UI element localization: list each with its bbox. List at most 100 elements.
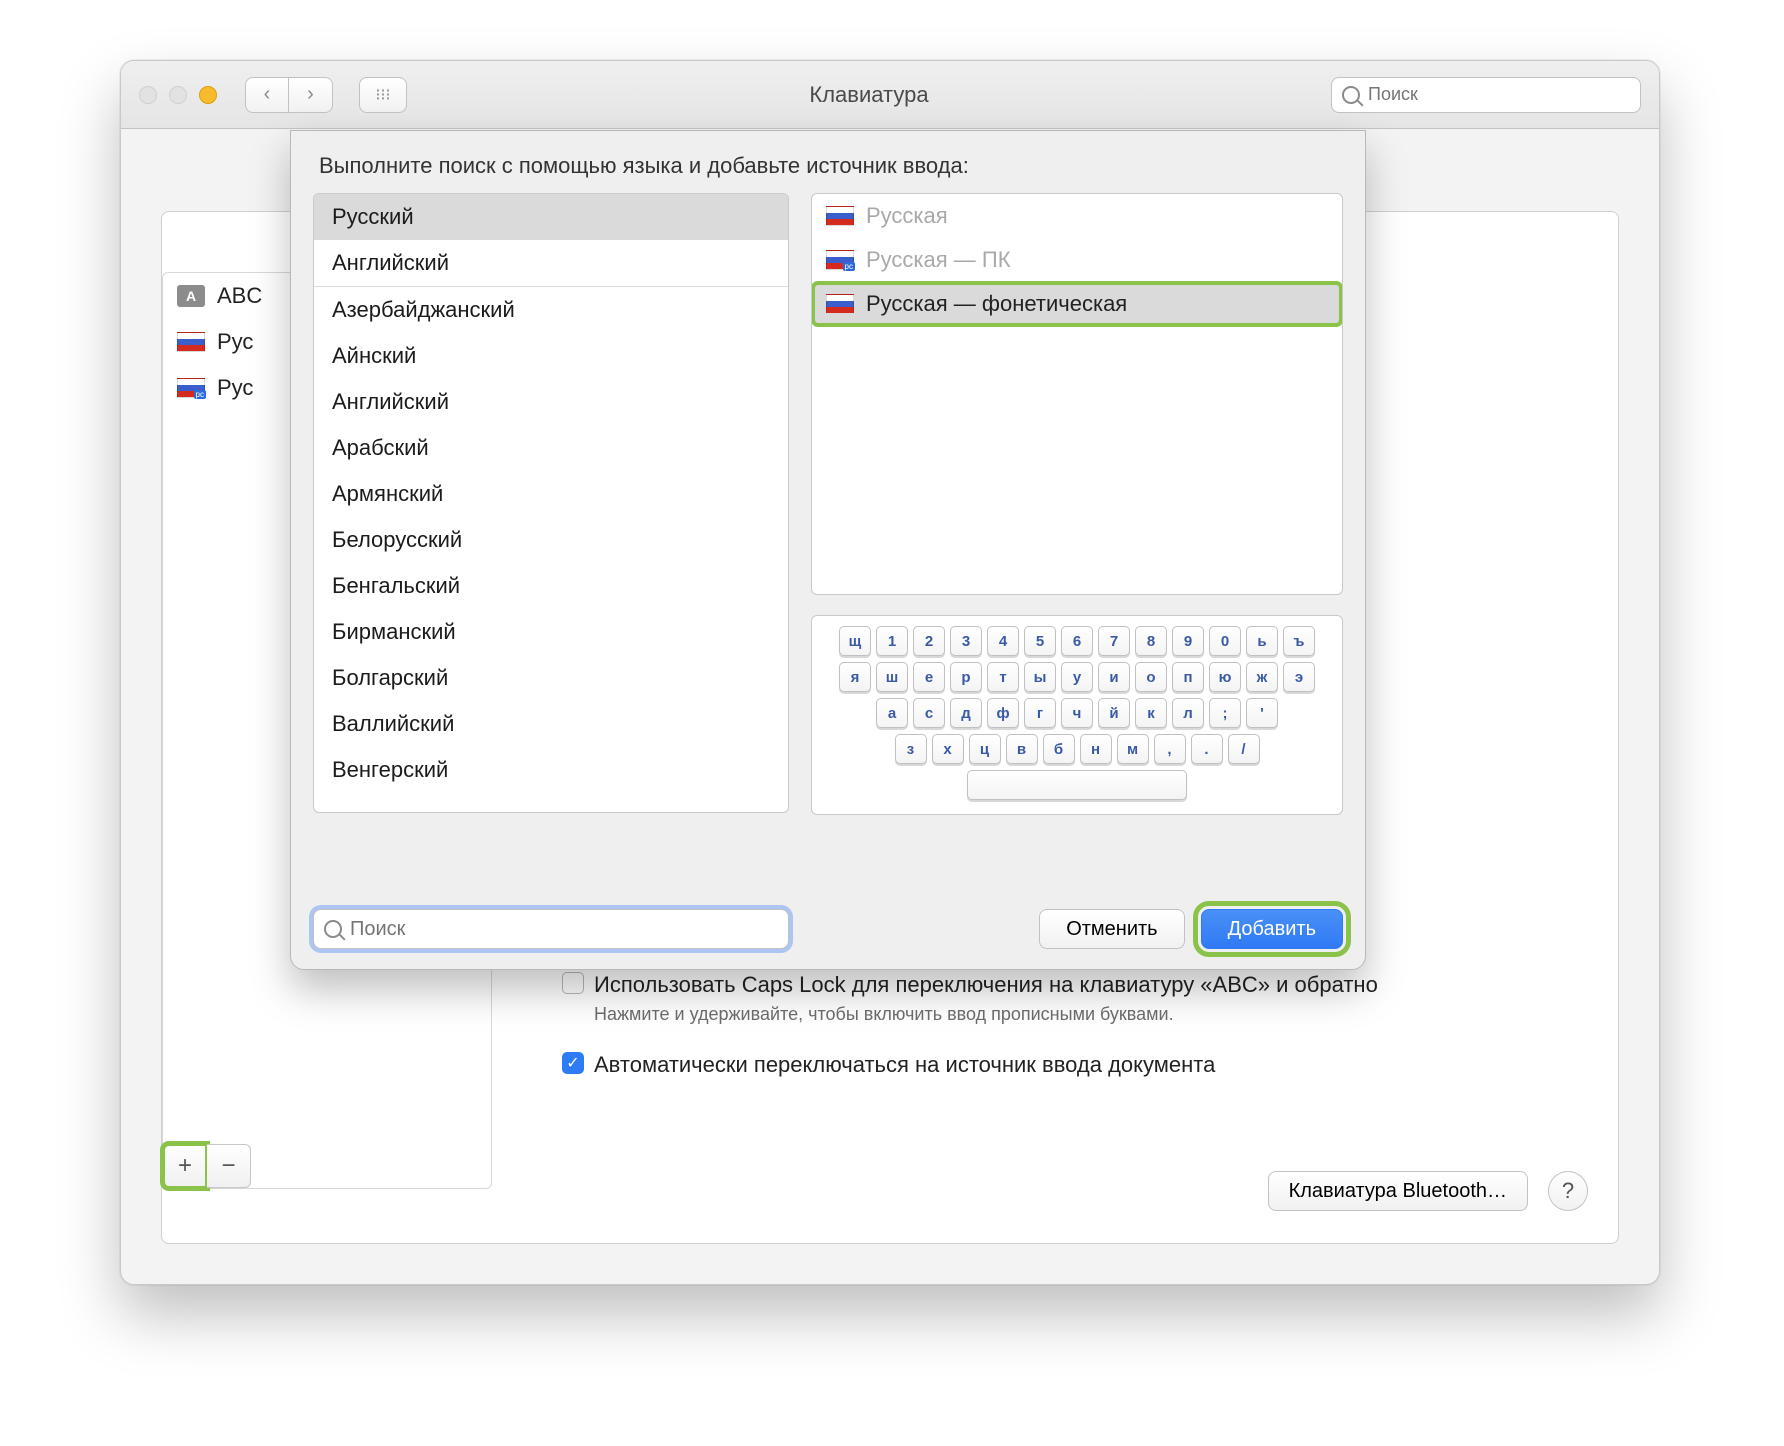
language-item[interactable]: Белорусский bbox=[314, 517, 788, 563]
key: о bbox=[1135, 662, 1167, 692]
key: с bbox=[913, 698, 945, 728]
titlebar: ‹ › ⁝⁝⁝ Клавиатура bbox=[121, 61, 1659, 129]
sheet-search-input[interactable] bbox=[350, 918, 778, 941]
language-item[interactable]: Айнский bbox=[314, 333, 788, 379]
key: , bbox=[1154, 734, 1186, 764]
layout-row[interactable]: Русская — фонетическая bbox=[812, 282, 1342, 326]
help-icon: ? bbox=[1562, 1178, 1574, 1204]
language-item[interactable]: Русский bbox=[314, 194, 788, 240]
sheet-prompt: Выполните поиск с помощью языка и добавь… bbox=[291, 131, 1365, 193]
language-item[interactable]: Бирманский bbox=[314, 609, 788, 655]
language-item[interactable]: Арабский bbox=[314, 425, 788, 471]
flag-ru-icon bbox=[826, 206, 854, 226]
key: у bbox=[1061, 662, 1093, 692]
key: 3 bbox=[950, 626, 982, 656]
capslock-checkbox[interactable] bbox=[562, 972, 584, 994]
remove-source-button[interactable]: − bbox=[207, 1144, 251, 1188]
key: 0 bbox=[1209, 626, 1241, 656]
flag-ru-pc-icon bbox=[177, 378, 205, 398]
key: в bbox=[1006, 734, 1038, 764]
forward-button[interactable]: › bbox=[289, 77, 333, 113]
add-source-button[interactable]: + bbox=[163, 1144, 207, 1188]
capslock-checkbox-row: Использовать Caps Lock для переключения … bbox=[562, 972, 1378, 1025]
key: м bbox=[1117, 734, 1149, 764]
traffic-lights bbox=[139, 86, 217, 104]
key: ю bbox=[1209, 662, 1241, 692]
layout-label: Русская — ПК bbox=[866, 247, 1011, 273]
layout-row[interactable]: Русская — ПК bbox=[812, 238, 1342, 282]
add-button[interactable]: Добавить bbox=[1201, 909, 1343, 949]
language-item[interactable]: Английский bbox=[314, 379, 788, 425]
key: ъ bbox=[1283, 626, 1315, 656]
key: ь bbox=[1246, 626, 1278, 656]
key: 9 bbox=[1172, 626, 1204, 656]
key: . bbox=[1191, 734, 1223, 764]
key: / bbox=[1228, 734, 1260, 764]
key: э bbox=[1283, 662, 1315, 692]
key: к bbox=[1135, 698, 1167, 728]
language-item[interactable]: Азербайджанский bbox=[314, 287, 788, 333]
source-label: ABC bbox=[217, 283, 262, 309]
key: ш bbox=[876, 662, 908, 692]
language-item[interactable]: Армянский bbox=[314, 471, 788, 517]
bluetooth-keyboard-button[interactable]: Клавиатура Bluetooth… bbox=[1268, 1171, 1528, 1211]
plus-icon: + bbox=[178, 1152, 192, 1180]
key: е bbox=[913, 662, 945, 692]
source-label: Рус bbox=[217, 329, 253, 355]
language-item[interactable]: Валлийский bbox=[314, 701, 788, 747]
keyboard-preview: щ1234567890ьъяшертыуиопюжэасдфгчйкл;'зхц… bbox=[811, 615, 1343, 815]
key: 1 bbox=[876, 626, 908, 656]
key: л bbox=[1172, 698, 1204, 728]
spacebar-key bbox=[967, 770, 1187, 800]
key: 6 bbox=[1061, 626, 1093, 656]
key: ; bbox=[1209, 698, 1241, 728]
language-item[interactable]: Венгерский bbox=[314, 747, 788, 793]
back-button[interactable]: ‹ bbox=[245, 77, 289, 113]
key: 7 bbox=[1098, 626, 1130, 656]
toolbar-search[interactable] bbox=[1331, 77, 1641, 113]
key: ф bbox=[987, 698, 1019, 728]
show-all-button[interactable]: ⁝⁝⁝ bbox=[359, 77, 407, 113]
flag-ru-icon bbox=[826, 294, 854, 314]
language-list[interactable]: Русский Английский АзербайджанскийАйнски… bbox=[313, 193, 789, 813]
key: ч bbox=[1061, 698, 1093, 728]
key: я bbox=[839, 662, 871, 692]
zoom-window-icon[interactable] bbox=[199, 86, 217, 104]
sheet-search[interactable] bbox=[313, 909, 789, 949]
chevron-right-icon: › bbox=[307, 83, 314, 106]
capslock-hint: Нажмите и удерживайте, чтобы включить вв… bbox=[594, 1004, 1378, 1025]
key: щ bbox=[839, 626, 871, 656]
layout-row[interactable]: Русская bbox=[812, 194, 1342, 238]
layout-label: Русская — фонетическая bbox=[866, 291, 1127, 317]
key: н bbox=[1080, 734, 1112, 764]
key: и bbox=[1098, 662, 1130, 692]
key: г bbox=[1024, 698, 1056, 728]
key: б bbox=[1043, 734, 1075, 764]
add-input-source-sheet: Выполните поиск с помощью языка и добавь… bbox=[290, 130, 1366, 970]
help-button[interactable]: ? bbox=[1548, 1171, 1588, 1211]
layout-list[interactable]: Русская Русская — ПК Русская — фонетическа… bbox=[811, 193, 1343, 595]
minus-icon: − bbox=[221, 1152, 235, 1180]
key: ' bbox=[1246, 698, 1278, 728]
search-icon bbox=[1342, 86, 1360, 104]
toolbar-search-input[interactable] bbox=[1368, 84, 1630, 105]
language-item[interactable]: Болгарский bbox=[314, 655, 788, 701]
key: 5 bbox=[1024, 626, 1056, 656]
grid-icon: ⁝⁝⁝ bbox=[375, 85, 390, 105]
close-window-icon[interactable] bbox=[139, 86, 157, 104]
abc-icon: A bbox=[177, 285, 205, 307]
key: ц bbox=[969, 734, 1001, 764]
capslock-label: Использовать Caps Lock для переключения … bbox=[594, 972, 1378, 998]
search-icon bbox=[324, 920, 342, 938]
language-item[interactable]: Бенгальский bbox=[314, 563, 788, 609]
minimize-window-icon[interactable] bbox=[169, 86, 187, 104]
flag-ru-pc-icon bbox=[826, 250, 854, 270]
window-title: Клавиатура bbox=[421, 82, 1317, 108]
language-item[interactable]: Английский bbox=[314, 240, 788, 286]
cancel-button[interactable]: Отменить bbox=[1039, 909, 1184, 949]
autoswitch-checkbox[interactable]: ✓ bbox=[562, 1052, 584, 1074]
key: 2 bbox=[913, 626, 945, 656]
autoswitch-checkbox-row: ✓ Автоматически переключаться на источни… bbox=[562, 1052, 1215, 1078]
key: п bbox=[1172, 662, 1204, 692]
key: р bbox=[950, 662, 982, 692]
